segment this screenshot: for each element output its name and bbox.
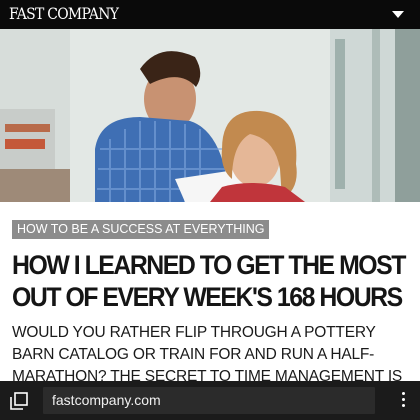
tabs-icon[interactable] — [8, 390, 30, 412]
browser-toolbar: fastcompany.com — [0, 381, 420, 420]
more-vertical-icon[interactable] — [400, 392, 406, 410]
fast-company-logo[interactable]: FAST COMPANY — [9, 4, 119, 24]
hero-photo-illustration — [0, 29, 420, 202]
site-header: FAST COMPANY — [0, 0, 420, 29]
caret-down-icon[interactable] — [392, 11, 404, 18]
section-label[interactable]: How to Be a Success at Everything — [12, 220, 269, 239]
url-text: fastcompany.com — [52, 392, 161, 408]
hero-image — [0, 29, 420, 202]
article-headline[interactable]: How I Learned To Get The Most Out Of Eve… — [12, 249, 408, 313]
address-bar[interactable]: fastcompany.com — [43, 387, 375, 414]
